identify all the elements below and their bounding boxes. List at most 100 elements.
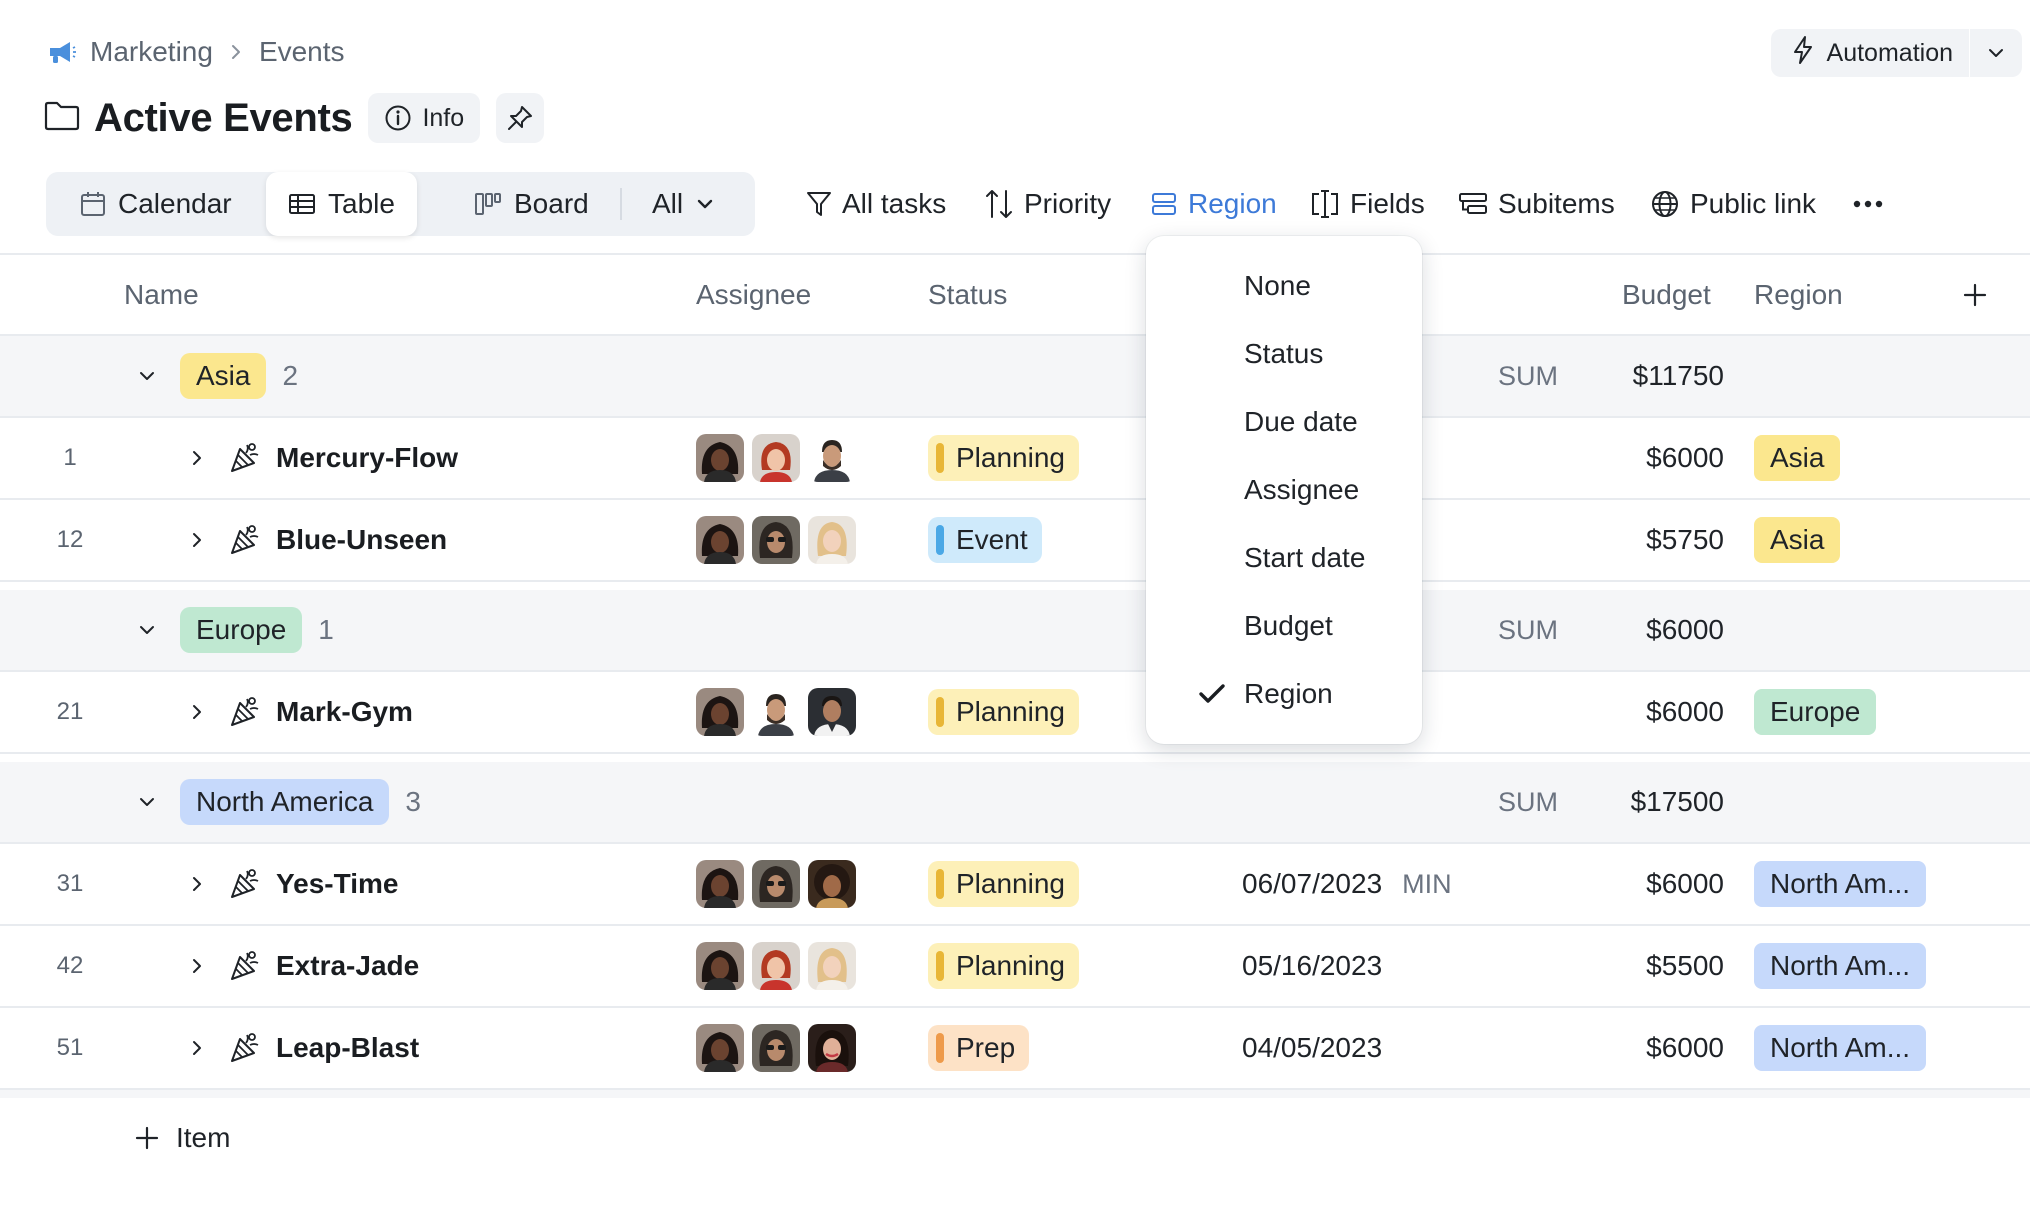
row-expand-toggle[interactable] xyxy=(186,1008,208,1088)
table-row[interactable]: 12 Blue-Unseen Event $5750 Asia xyxy=(0,500,2030,580)
assignee-avatars[interactable] xyxy=(696,942,856,990)
item-name[interactable]: Leap-Blast xyxy=(276,1008,419,1088)
table-row[interactable]: 1 Mercury-Flow Planning $6000 Asia xyxy=(0,418,2030,498)
budget-cell[interactable]: $6000 xyxy=(1564,1008,1724,1088)
status-badge[interactable]: Planning xyxy=(928,943,1079,989)
column-header-budget[interactable]: Budget xyxy=(1622,255,1711,335)
avatar xyxy=(808,688,856,736)
item-name[interactable]: Blue-Unseen xyxy=(276,500,447,580)
column-header-region[interactable]: Region xyxy=(1754,255,1843,335)
group-by-option-status[interactable]: Status xyxy=(1146,328,1422,380)
priority-sort-button[interactable]: Priority xyxy=(984,182,1111,226)
date-cell[interactable]: 04/05/2023 xyxy=(1242,1008,1382,1088)
tab-table[interactable]: Table xyxy=(266,172,417,236)
public-link-button[interactable]: Public link xyxy=(1650,182,1816,226)
region-tag[interactable]: North Am... xyxy=(1754,1025,1926,1071)
view-filter-select[interactable]: All xyxy=(652,172,715,236)
group-icon xyxy=(1152,193,1176,215)
column-header-name[interactable]: Name xyxy=(124,255,199,335)
assignee-avatars[interactable] xyxy=(696,516,856,564)
pin-icon xyxy=(508,106,533,130)
assignee-avatars[interactable] xyxy=(696,1024,856,1072)
assignee-avatars[interactable] xyxy=(696,860,856,908)
budget-cell[interactable]: $5750 xyxy=(1564,500,1724,580)
add-item-button[interactable]: Item xyxy=(134,1116,230,1160)
group-count: 3 xyxy=(405,786,421,817)
group-by-option-assignee[interactable]: Assignee xyxy=(1146,464,1422,516)
status-badge[interactable]: Planning xyxy=(928,689,1079,735)
group-by-option-none[interactable]: None xyxy=(1146,260,1422,312)
party-popper-icon xyxy=(228,418,262,498)
row-expand-toggle[interactable] xyxy=(186,844,208,924)
chevron-right-icon xyxy=(227,43,245,61)
pin-button[interactable] xyxy=(496,93,545,143)
item-name[interactable]: Yes-Time xyxy=(276,844,398,924)
status-badge[interactable]: Planning xyxy=(928,435,1079,481)
region-tag[interactable]: North Am... xyxy=(1754,943,1926,989)
subitems-button[interactable]: Subitems xyxy=(1458,182,1615,226)
chevron-right-icon xyxy=(193,705,201,719)
plus-icon xyxy=(1963,283,1987,307)
add-column-button[interactable] xyxy=(1962,255,1988,335)
tab-calendar[interactable]: Calendar xyxy=(80,172,232,236)
budget-cell[interactable]: $6000 xyxy=(1564,672,1724,752)
table-header: Name Assignee Status Budget Region xyxy=(0,255,2030,335)
region-tag[interactable]: Asia xyxy=(1754,517,1841,563)
date-cell[interactable]: 06/07/2023 xyxy=(1242,868,1382,900)
group-by-option-budget[interactable]: Budget xyxy=(1146,600,1422,652)
budget-cell[interactable]: $5500 xyxy=(1564,926,1724,1006)
sum-label: SUM xyxy=(1498,614,1558,645)
avatar xyxy=(696,942,744,990)
breadcrumb-item-events[interactable]: Events xyxy=(259,36,345,68)
budget-cell[interactable]: $6000 xyxy=(1564,418,1724,498)
row-expand-toggle[interactable] xyxy=(186,418,208,498)
sort-icon xyxy=(986,190,1012,218)
tab-board[interactable]: Board xyxy=(474,172,589,236)
table-row[interactable]: 42 Extra-Jade Planning 05/16/2023 $5500 … xyxy=(0,926,2030,1006)
fields-button[interactable]: Fields xyxy=(1310,182,1425,226)
status-badge[interactable]: Planning xyxy=(928,861,1079,907)
region-tag[interactable]: Europe xyxy=(1754,689,1877,735)
automation-dropdown-button[interactable] xyxy=(1970,29,2022,77)
table-row[interactable]: 31 Yes-Time Planning 06/07/2023 MIN $600… xyxy=(0,844,2030,924)
group-collapse-toggle[interactable] xyxy=(136,336,158,416)
table-row[interactable]: 51 Leap-Blast Prep 04/05/2023 $6000 Nort… xyxy=(0,1008,2030,1088)
group-collapse-toggle[interactable] xyxy=(136,762,158,842)
column-header-assignee[interactable]: Assignee xyxy=(696,255,811,335)
date-cell[interactable]: 05/16/2023 xyxy=(1242,926,1382,1006)
status-label: Planning xyxy=(956,696,1065,727)
automation-button[interactable]: Automation xyxy=(1771,29,1969,77)
breadcrumb-item-marketing[interactable]: Marketing xyxy=(90,36,213,68)
calendar-icon xyxy=(81,192,105,216)
row-expand-toggle[interactable] xyxy=(186,500,208,580)
group-collapse-toggle[interactable] xyxy=(136,590,158,670)
column-header-status[interactable]: Status xyxy=(928,255,1007,335)
more-options-button[interactable] xyxy=(1852,182,1884,226)
status-badge[interactable]: Prep xyxy=(928,1025,1030,1071)
region-tag[interactable]: North Am... xyxy=(1754,861,1926,907)
avatar xyxy=(808,516,856,564)
budget-cell[interactable]: $6000 xyxy=(1564,844,1724,924)
row-expand-toggle[interactable] xyxy=(186,672,208,752)
group-by-region-button[interactable]: Region xyxy=(1150,182,1277,226)
checkmark-icon xyxy=(1198,668,1226,720)
info-button[interactable]: Info xyxy=(368,93,481,143)
status-badge[interactable]: Event xyxy=(928,517,1042,563)
table-row[interactable]: 21 Mark-Gym Planning $6000 Europe xyxy=(0,672,2030,752)
row-expand-toggle[interactable] xyxy=(186,926,208,1006)
item-name[interactable]: Extra-Jade xyxy=(276,926,419,1006)
public-link-label: Public link xyxy=(1690,188,1817,219)
group-by-option-region[interactable]: Region xyxy=(1146,668,1422,720)
group-tag: North America xyxy=(180,779,390,825)
assignee-avatars[interactable] xyxy=(696,688,856,736)
assignee-avatars[interactable] xyxy=(696,434,856,482)
group-by-option-start-date[interactable]: Start date xyxy=(1146,532,1422,584)
item-name[interactable]: Mercury-Flow xyxy=(276,418,458,498)
group-budget-sum: $6000 xyxy=(1646,614,1724,645)
subitems-icon xyxy=(1459,193,1487,214)
region-tag[interactable]: Asia xyxy=(1754,435,1841,481)
all-tasks-button[interactable]: All tasks xyxy=(806,182,946,226)
group-by-option-due-date[interactable]: Due date xyxy=(1146,396,1422,448)
item-name[interactable]: Mark-Gym xyxy=(276,672,413,752)
info-label: Info xyxy=(422,103,465,132)
